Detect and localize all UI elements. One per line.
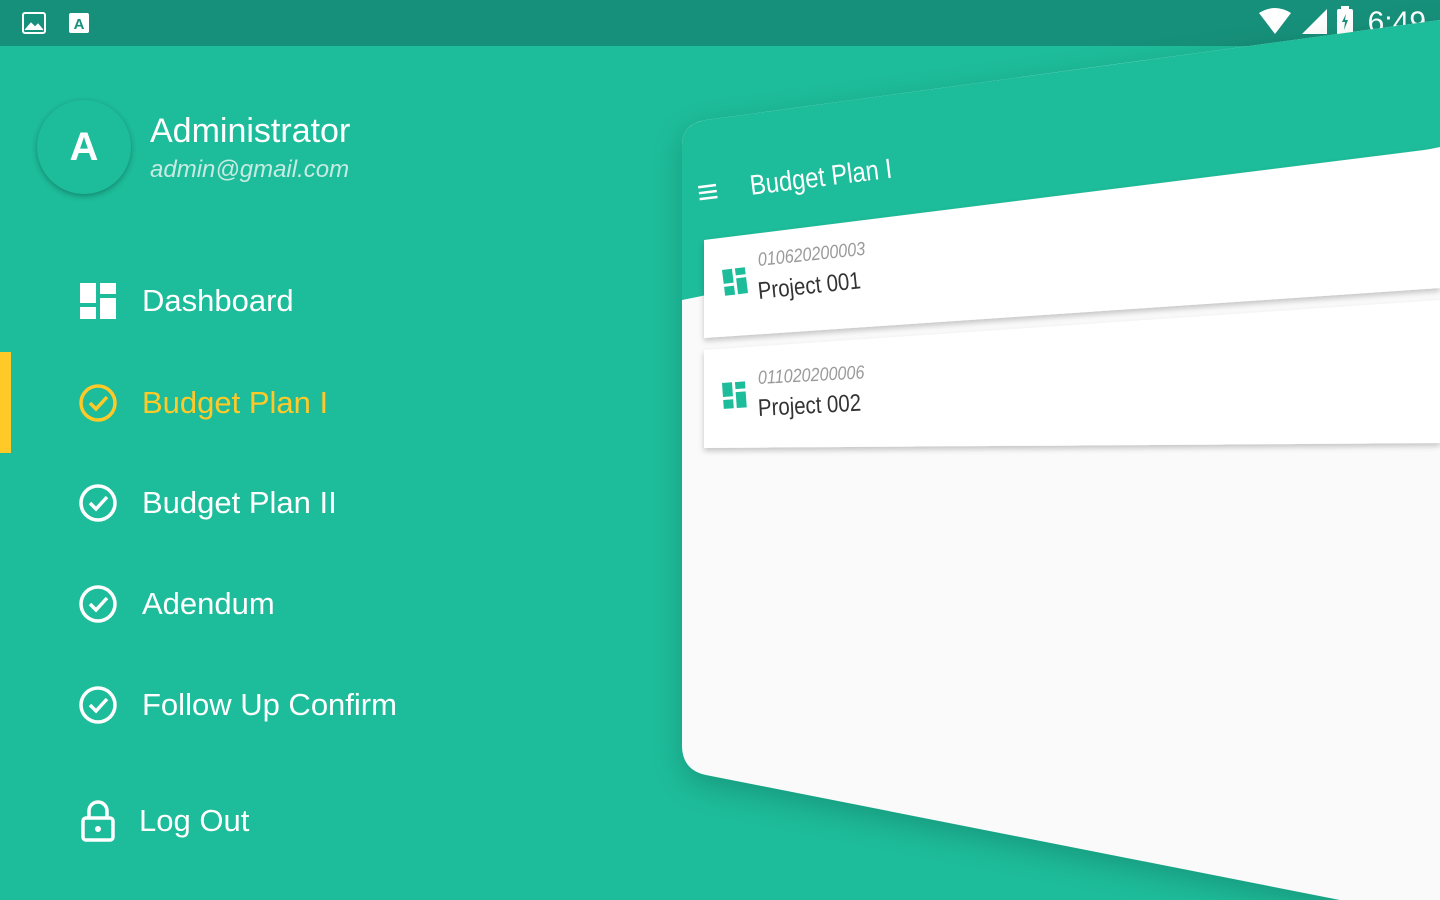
menu-item-label: Budget Plan I (142, 385, 329, 420)
dashboard-icon (722, 267, 748, 296)
user-email: admin@gmail.com (150, 156, 350, 183)
menu-item-budget-plan-2[interactable]: Budget Plan II (0, 463, 600, 543)
user-name: Administrator (150, 112, 351, 150)
clock-time: 6:49 (1367, 6, 1426, 39)
menu-item-label: Budget Plan II (142, 485, 337, 520)
preview-header (682, 20, 1440, 300)
check-circle-icon (78, 685, 118, 725)
dashboard-icon (722, 381, 747, 409)
menu-item-budget-plan-1[interactable]: Budget Plan I (0, 363, 600, 443)
hamburger-icon (698, 183, 718, 201)
menu-item-label: Adendum (142, 586, 275, 621)
preview-card-2 (704, 300, 1440, 448)
avatar-letter: A (69, 124, 99, 169)
status-bar: A 6:49 (0, 0, 1440, 46)
menu-item-follow-up-confirm[interactable]: Follow Up Confirm (0, 665, 600, 745)
wifi-icon (1258, 7, 1292, 40)
avatar[interactable]: A (37, 100, 131, 194)
svg-text:A: A (74, 16, 85, 33)
logout-button[interactable]: Log Out (0, 781, 600, 861)
menu-item-dashboard[interactable]: Dashboard (0, 261, 600, 341)
preview-screen (682, 20, 1440, 900)
preview-title: Budget Plan I (748, 152, 894, 201)
logout-label: Log Out (139, 803, 250, 838)
preview-row-name: Project 001 (756, 267, 862, 305)
image-icon (22, 12, 46, 34)
menu-item-adendum[interactable]: Adendum (0, 564, 600, 644)
preview-row-name: Project 002 (757, 389, 862, 422)
battery-icon (1336, 5, 1354, 41)
text-a-icon: A (68, 12, 92, 34)
lock-icon (78, 800, 118, 842)
signal-icon (1300, 7, 1328, 40)
preview-row-code: 010620200003 (756, 238, 867, 271)
dashboard-icon (78, 281, 118, 321)
preview-card-1 (704, 148, 1440, 338)
preview-row-code: 011020200006 (757, 362, 865, 389)
check-circle-icon (78, 383, 118, 423)
menu-item-label: Follow Up Confirm (142, 687, 397, 722)
check-circle-icon (78, 584, 118, 624)
menu-item-label: Dashboard (142, 283, 294, 318)
check-circle-icon (78, 483, 118, 523)
